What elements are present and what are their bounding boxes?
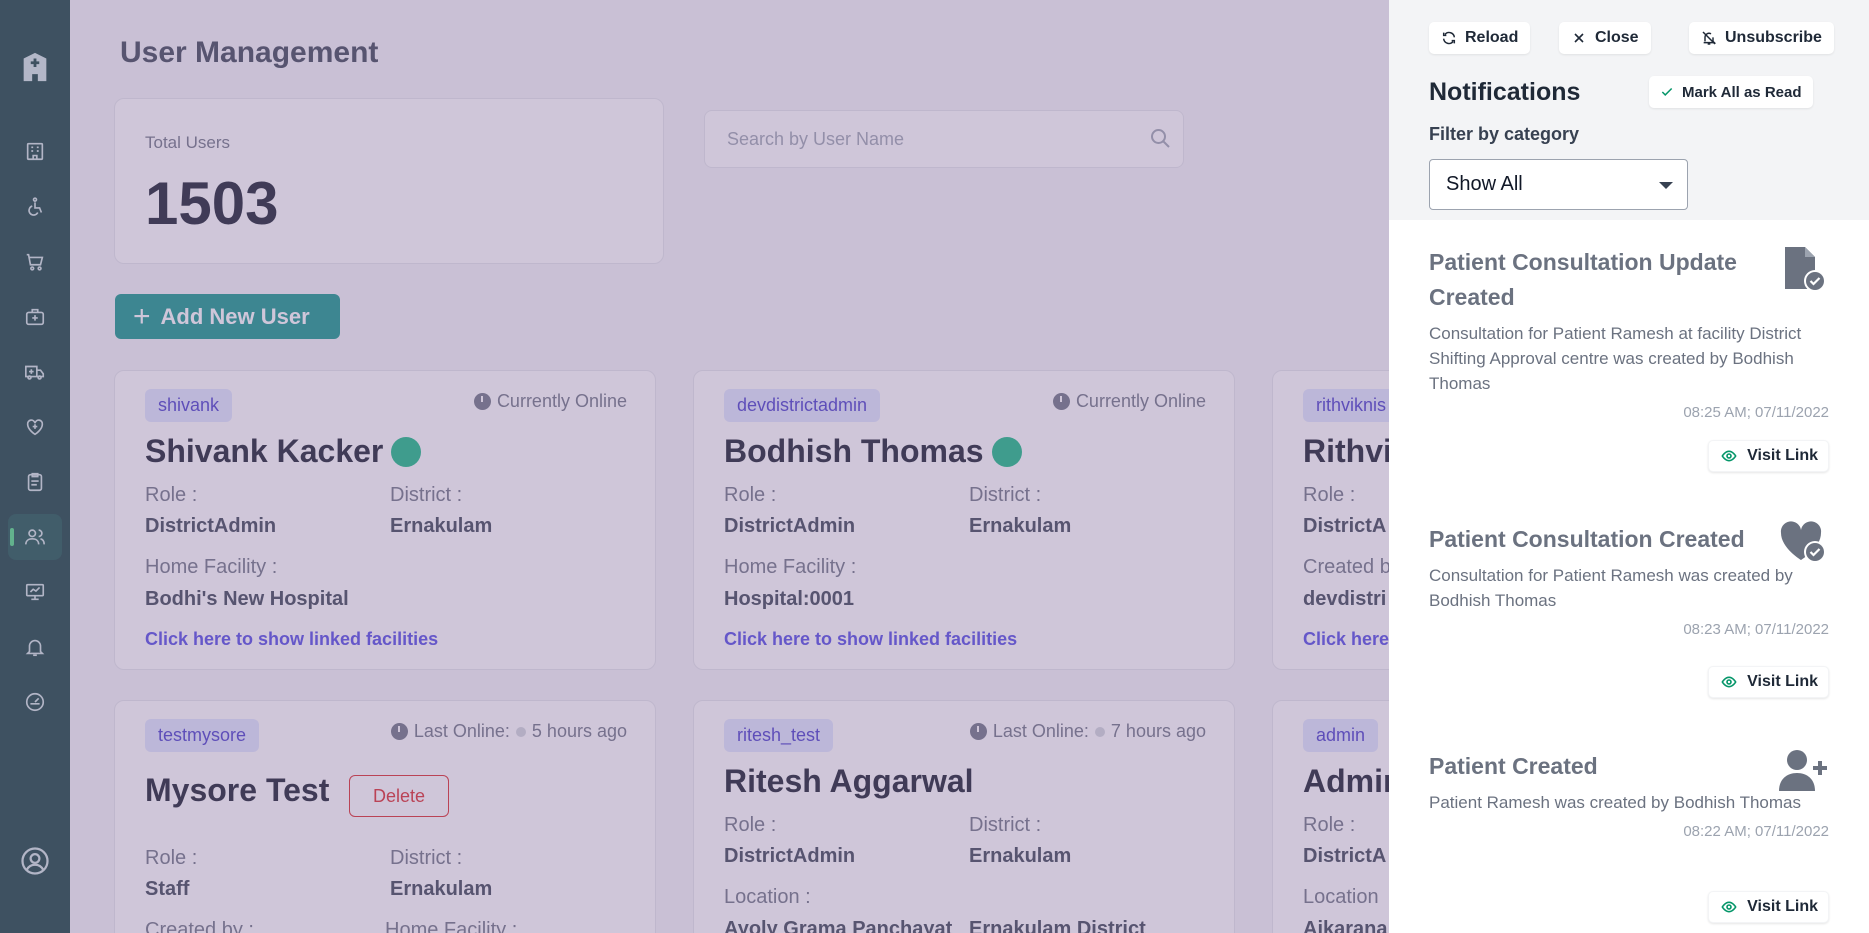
notification-item[interactable]: Patient Consultation Created Consultatio… xyxy=(1429,521,1829,698)
close-icon xyxy=(1574,33,1584,43)
close-label: Close xyxy=(1595,29,1639,46)
notification-body: Consultation for Patient Ramesh at facil… xyxy=(1429,324,1802,393)
notifications-panel: Reload Close Unsubscribe Notifications M… xyxy=(1389,0,1869,933)
file-check-icon xyxy=(1785,247,1826,292)
visit-link-button[interactable]: Visit Link xyxy=(1708,891,1829,923)
mark-all-read-button[interactable]: Mark All as Read xyxy=(1649,76,1813,108)
eye-icon xyxy=(1721,901,1737,913)
notification-title: Patient Consultation Created xyxy=(1429,526,1745,552)
close-button[interactable]: Close xyxy=(1559,22,1651,54)
eye-icon xyxy=(1721,450,1737,462)
heart-check-icon xyxy=(1780,521,1826,563)
visit-link-label: Visit Link xyxy=(1747,673,1818,690)
unsubscribe-label: Unsubscribe xyxy=(1725,29,1822,46)
notification-time: 08:22 AM; 07/11/2022 xyxy=(1683,823,1829,840)
visit-link-label: Visit Link xyxy=(1747,447,1818,464)
check-icon xyxy=(1661,87,1673,96)
bell-off-icon xyxy=(1702,31,1717,45)
modal-backdrop[interactable] xyxy=(0,0,1389,933)
visit-link-label: Visit Link xyxy=(1747,898,1818,915)
visit-link-button[interactable]: Visit Link xyxy=(1708,440,1829,472)
category-filter-value: Show All xyxy=(1446,173,1523,195)
reload-label: Reload xyxy=(1465,29,1519,46)
notification-body: Consultation for Patient Ramesh was crea… xyxy=(1429,566,1793,610)
filter-label: Filter by category xyxy=(1429,124,1580,144)
notification-time: 08:25 AM; 07/11/2022 xyxy=(1683,404,1829,421)
chevron-down-icon xyxy=(1659,182,1673,189)
reload-icon xyxy=(1442,31,1456,45)
notification-title: Patient Created xyxy=(1429,753,1598,779)
notification-body: Patient Ramesh was created by Bodhish Th… xyxy=(1429,793,1801,812)
unsubscribe-button[interactable]: Unsubscribe xyxy=(1689,22,1834,54)
reload-button[interactable]: Reload xyxy=(1429,22,1531,54)
user-plus-icon xyxy=(1779,750,1827,791)
notification-item[interactable]: Patient Created Patient Ramesh was creat… xyxy=(1429,749,1829,923)
category-filter-select[interactable]: Show All xyxy=(1429,159,1688,210)
eye-icon xyxy=(1721,676,1737,688)
notification-item[interactable]: Patient Consultation Update Created Cons… xyxy=(1429,245,1829,472)
mark-all-read-label: Mark All as Read xyxy=(1682,83,1802,101)
notifications-title: Notifications xyxy=(1429,78,1581,106)
visit-link-button[interactable]: Visit Link xyxy=(1708,666,1829,698)
notification-title: Patient Consultation Update Created xyxy=(1429,249,1737,310)
notification-time: 08:23 AM; 07/11/2022 xyxy=(1683,621,1829,638)
